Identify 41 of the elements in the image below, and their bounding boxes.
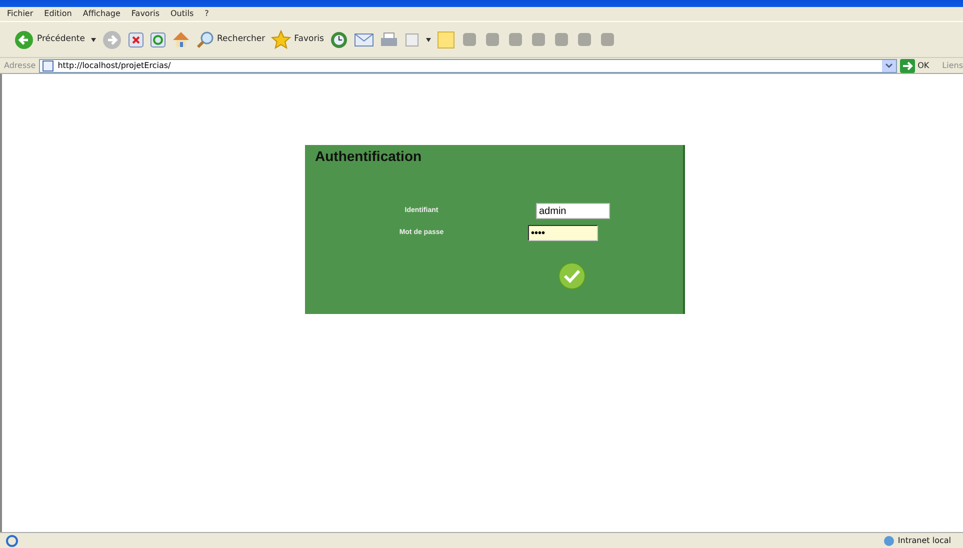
refresh-icon [150, 32, 166, 48]
stop-button[interactable] [128, 32, 144, 48]
globe-icon [882, 534, 895, 546]
browser-logo-icon [6, 534, 18, 546]
printer-icon [380, 32, 398, 48]
page-icon [42, 60, 54, 72]
address-field[interactable]: http://localhost/projetErcias/ [38, 58, 897, 72]
menu-item[interactable]: Fichier [7, 8, 34, 20]
username-field[interactable]: admin [536, 203, 610, 219]
dropdown-caret-icon [91, 38, 96, 42]
menu-item[interactable]: Favoris [131, 8, 160, 20]
back-button[interactable]: Précédente [14, 30, 85, 50]
page-icon [404, 32, 420, 48]
forward-button[interactable] [102, 30, 122, 50]
menu-item[interactable]: Outils [170, 8, 194, 20]
dropdown-caret-icon [426, 38, 431, 42]
menu-item[interactable]: ? [204, 8, 209, 20]
print-button[interactable] [380, 32, 398, 48]
form-title: Authentification [315, 147, 422, 166]
magnifier-icon [196, 30, 214, 48]
password-field[interactable]: •••• [528, 225, 598, 241]
envelope-icon [354, 32, 374, 48]
home-button[interactable] [172, 31, 190, 48]
status-zone-text: Intranet local [898, 534, 951, 546]
search-button[interactable]: Rechercher [196, 30, 266, 48]
menu-item[interactable]: Affichage [82, 8, 120, 20]
menu-item[interactable]: Edition [44, 8, 72, 20]
favorites-button[interactable]: Favoris [271, 30, 324, 49]
refresh-button[interactable] [150, 32, 166, 48]
mail-button[interactable] [354, 32, 374, 48]
house-icon [172, 31, 190, 48]
history-button[interactable] [330, 30, 348, 48]
go-button[interactable]: OK [900, 58, 930, 72]
note-icon [436, 30, 455, 48]
note-button[interactable] [436, 30, 455, 48]
clock-icon [330, 30, 348, 48]
address-label: Adresse [4, 60, 36, 72]
edit-button[interactable] [404, 32, 420, 48]
star-icon [271, 30, 292, 49]
submit-checkmark-icon[interactable] [558, 262, 586, 290]
stop-icon [128, 32, 144, 48]
